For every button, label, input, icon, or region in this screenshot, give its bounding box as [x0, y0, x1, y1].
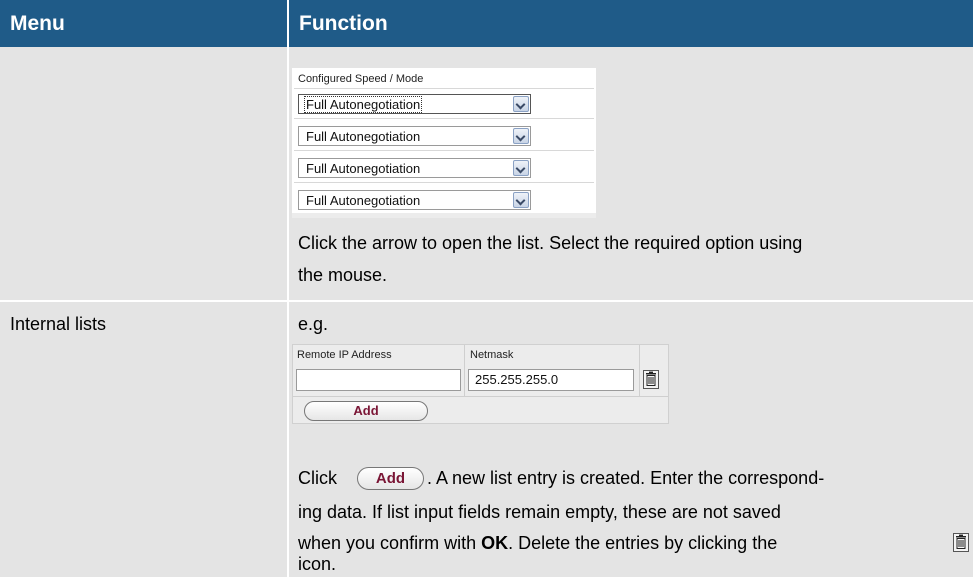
select-value: Full Autonegotiation: [306, 161, 421, 176]
row1-text-line1: Click the arrow to open the list. Select…: [298, 233, 803, 253]
chevron-down-icon[interactable]: [513, 96, 529, 112]
select-value: Full Autonegotiation: [303, 96, 423, 113]
eg-label: e.g.: [298, 314, 329, 334]
speed-mode-select-1[interactable]: Full Autonegotiation: [298, 94, 531, 114]
row-divider: [0, 300, 973, 302]
ok-label: OK: [481, 533, 509, 553]
row2-text-line2: ing data. If list input fields remain em…: [298, 502, 781, 522]
select-value: Full Autonegotiation: [306, 193, 421, 208]
speed-mode-select-2[interactable]: Full Autonegotiation: [298, 126, 531, 146]
manual-page: Menu Function Configured Speed / Mode Fu…: [0, 0, 973, 577]
select-value: Full Autonegotiation: [306, 129, 421, 144]
column-divider: [639, 345, 640, 396]
screenshot-footer: [292, 213, 596, 218]
table-divider: [293, 396, 668, 397]
row2-text-line4: icon.: [298, 554, 337, 574]
screenshot-divider: [294, 88, 594, 89]
add-button-inline[interactable]: Add: [357, 467, 424, 490]
col-netmask: Netmask: [470, 349, 514, 361]
row2-text-click: Click: [298, 468, 337, 488]
row2-text-line3: when you confirm with OK. Delete the ent…: [298, 527, 777, 559]
header-menu: Menu: [0, 0, 287, 47]
column-divider: [287, 47, 289, 577]
chevron-down-icon[interactable]: [513, 128, 529, 144]
speed-mode-select-3[interactable]: Full Autonegotiation: [298, 158, 531, 178]
menu-internal-lists: Internal lists: [10, 314, 107, 334]
screenshot-divider: [294, 150, 594, 151]
row2-text-line3b: . Delete the entries by clicking the: [508, 533, 778, 553]
screenshot-divider: [294, 182, 594, 183]
row1-text-line2: the mouse.: [298, 265, 388, 285]
trash-icon: [953, 533, 969, 552]
header-function: Function: [289, 0, 973, 47]
chevron-down-icon[interactable]: [513, 160, 529, 176]
netmask-input[interactable]: 255.255.255.0: [468, 369, 634, 391]
add-button[interactable]: Add: [304, 401, 428, 421]
column-divider: [464, 345, 465, 396]
screenshot-divider: [294, 118, 594, 119]
chevron-down-icon[interactable]: [513, 192, 529, 208]
remote-ip-input[interactable]: [296, 369, 461, 391]
col-remote-ip: Remote IP Address: [297, 349, 392, 361]
row2-text-line1: . A new list entry is created. Enter the…: [427, 468, 825, 488]
speed-mode-caption: Configured Speed / Mode: [298, 73, 424, 85]
speed-mode-select-4[interactable]: Full Autonegotiation: [298, 190, 531, 210]
trash-icon[interactable]: [643, 370, 659, 389]
